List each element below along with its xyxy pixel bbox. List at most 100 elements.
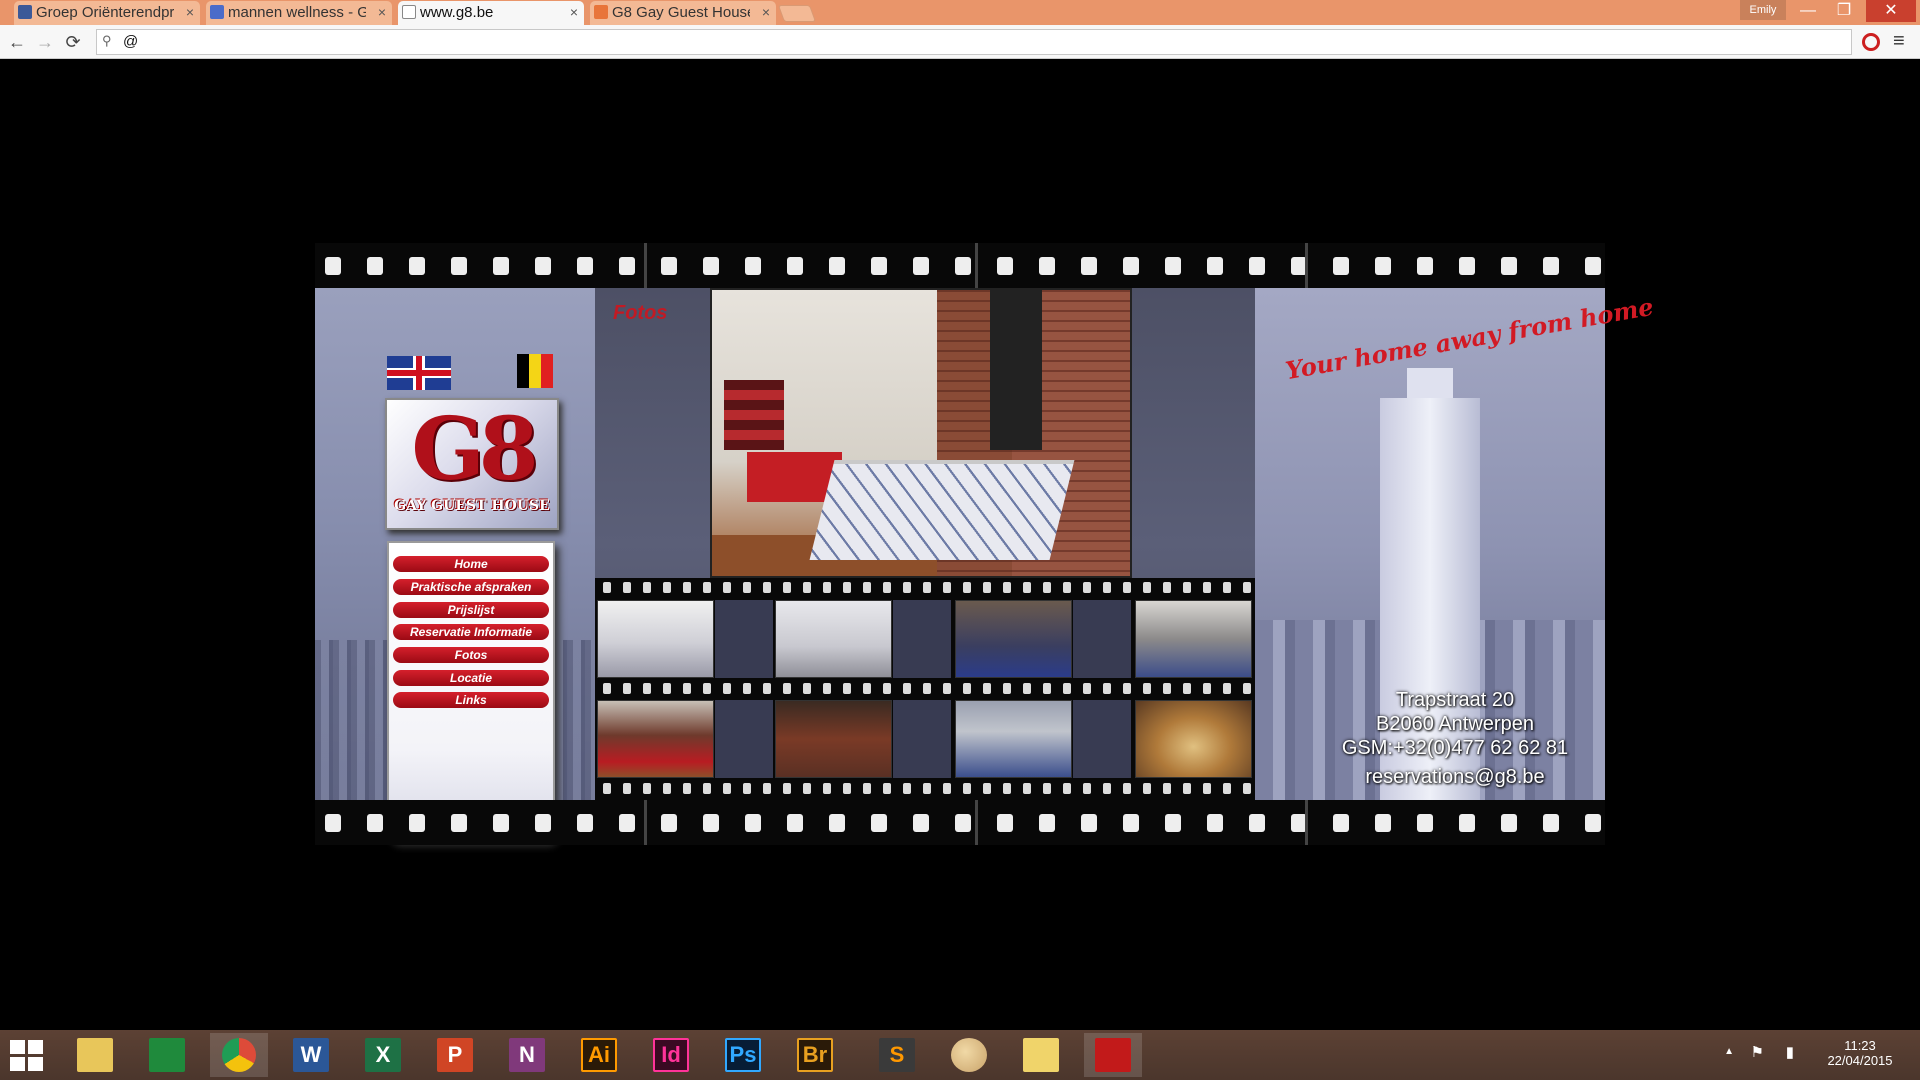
extension-icon[interactable] bbox=[1862, 33, 1880, 51]
reload-icon[interactable]: ⟳ bbox=[62, 31, 84, 53]
g8-website: G8 GAY GUEST HOUSE Home Praktische afspr… bbox=[315, 243, 1656, 845]
taskbar: W X P N Ai Id Ps Br S ▲ ⚑ ▮ 11:23 22/04/… bbox=[0, 1030, 1920, 1080]
g8-logo[interactable]: G8 GAY GUEST HOUSE bbox=[385, 398, 559, 530]
minimize-icon[interactable]: — bbox=[1790, 0, 1826, 22]
action-center-flag-icon[interactable]: ⚑ bbox=[1751, 1043, 1764, 1061]
battery-icon[interactable]: ▮ bbox=[1786, 1043, 1794, 1061]
illustrator-icon: Ai bbox=[581, 1038, 617, 1072]
chat-icon bbox=[594, 5, 608, 19]
address-city: B2060 Antwerpen bbox=[1376, 713, 1534, 735]
screen: Groep Oriënterendpr × mannen wellness - … bbox=[0, 0, 1920, 1080]
taskbar-store[interactable] bbox=[138, 1033, 196, 1077]
clock[interactable]: 11:23 22/04/2015 bbox=[1820, 1038, 1900, 1068]
taskbar-bridge[interactable]: Br bbox=[786, 1033, 844, 1077]
sublime-icon: S bbox=[879, 1038, 915, 1072]
back-icon[interactable]: ← bbox=[6, 31, 28, 53]
taskbar-word[interactable]: W bbox=[282, 1033, 340, 1077]
tab-bar: Groep Oriënterendpr × mannen wellness - … bbox=[0, 0, 1920, 25]
belgian-flag-icon[interactable] bbox=[517, 354, 553, 388]
nav-home-button[interactable]: Home bbox=[393, 556, 549, 572]
indesign-icon: Id bbox=[653, 1038, 689, 1072]
g-icon bbox=[210, 5, 224, 19]
taskbar-photoshop[interactable]: Ps bbox=[714, 1033, 772, 1077]
address-street: Trapstraat 20 bbox=[1395, 689, 1515, 711]
address-phone: GSM:+32(0)477 62 62 81 bbox=[1341, 737, 1569, 759]
page-icon bbox=[402, 5, 416, 19]
onenote-icon: N bbox=[509, 1038, 545, 1072]
thumbnail-blue-room[interactable] bbox=[1135, 600, 1252, 678]
left-panel: G8 GAY GUEST HOUSE Home Praktische afspr… bbox=[315, 288, 595, 841]
logo-subtitle: GAY GUEST HOUSE bbox=[394, 498, 550, 514]
tab-close-icon[interactable]: × bbox=[378, 4, 386, 20]
nav-reservatie-informatie-button[interactable]: Reservatie Informatie bbox=[393, 624, 549, 640]
taskbar-folder[interactable] bbox=[1012, 1033, 1070, 1077]
thumbnail-bunk-room[interactable] bbox=[955, 600, 1072, 678]
thumbnail-dining-table[interactable] bbox=[1135, 700, 1252, 778]
clock-time: 11:23 bbox=[1844, 1038, 1876, 1053]
taskbar-powerpoint[interactable]: P bbox=[426, 1033, 484, 1077]
address-block: Trapstraat 20 B2060 Antwerpen GSM:+32(0)… bbox=[1305, 688, 1605, 760]
nav-links-button[interactable]: Links bbox=[393, 692, 549, 708]
taskbar-onenote[interactable]: N bbox=[498, 1033, 556, 1077]
photo-panel: Fotos bbox=[595, 288, 1255, 800]
taskbar-illustrator[interactable]: Ai bbox=[570, 1033, 628, 1077]
windows-start-icon[interactable] bbox=[10, 1040, 46, 1072]
new-tab-button[interactable] bbox=[777, 5, 817, 22]
thumbnail-red-bedroom[interactable] bbox=[597, 700, 714, 778]
section-title: Fotos bbox=[613, 302, 668, 324]
paint-palette-icon bbox=[951, 1038, 987, 1072]
taskbar-excel[interactable]: X bbox=[354, 1033, 412, 1077]
thumbnail-dark-room[interactable] bbox=[775, 700, 892, 778]
taskbar-file-explorer[interactable] bbox=[66, 1033, 124, 1077]
chrome-icon bbox=[222, 1038, 256, 1072]
site-nav: Home Praktische afspraken Prijslijst Res… bbox=[387, 541, 555, 841]
tab-g8-guest-house[interactable]: G8 Gay Guest House × bbox=[590, 1, 776, 25]
tab-mannen-wellness[interactable]: mannen wellness - G × bbox=[206, 1, 392, 25]
forward-icon[interactable]: → bbox=[34, 31, 56, 53]
right-panel: Your home away from home Trapstraat 20 B… bbox=[1255, 288, 1656, 800]
email-link[interactable]: reservations@g8.be bbox=[1305, 766, 1605, 789]
close-window-icon[interactable]: ✕ bbox=[1866, 0, 1916, 22]
logo-text: G8 bbox=[411, 399, 538, 500]
thumbnail-lockers[interactable] bbox=[955, 700, 1072, 778]
file-explorer-icon bbox=[77, 1038, 113, 1072]
clock-date: 22/04/2015 bbox=[1827, 1053, 1893, 1068]
taskbar-indesign[interactable]: Id bbox=[642, 1033, 700, 1077]
tagline: Your home away from home bbox=[1283, 291, 1656, 386]
maximize-icon[interactable]: ❐ bbox=[1826, 0, 1862, 22]
tab-close-icon[interactable]: × bbox=[186, 4, 194, 20]
taskbar-acrobat[interactable] bbox=[1084, 1033, 1142, 1077]
thumbnail-filmstrip bbox=[595, 578, 1255, 800]
excel-icon: X bbox=[365, 1038, 401, 1072]
store-icon bbox=[149, 1038, 185, 1072]
taskbar-chrome[interactable] bbox=[210, 1033, 268, 1077]
address-value: @ bbox=[123, 33, 139, 50]
film-strip-bottom bbox=[315, 800, 1605, 845]
acrobat-icon bbox=[1095, 1038, 1131, 1072]
nav-fotos-button[interactable]: Fotos bbox=[393, 647, 549, 663]
tab-facebook-group[interactable]: Groep Oriënterendpr × bbox=[14, 1, 200, 25]
photoshop-icon: Ps bbox=[725, 1038, 761, 1072]
taskbar-sublime[interactable]: S bbox=[868, 1033, 926, 1077]
film-strip-top bbox=[315, 243, 1605, 288]
facebook-icon bbox=[18, 5, 32, 19]
main-bedroom-photo bbox=[710, 288, 1132, 578]
show-hidden-icons-icon[interactable]: ▲ bbox=[1724, 1046, 1734, 1057]
thumbnail-bathroom-2[interactable] bbox=[775, 600, 892, 678]
tab-close-icon[interactable]: × bbox=[762, 4, 770, 20]
tab-g8-active[interactable]: www.g8.be × bbox=[398, 1, 584, 25]
nav-locatie-button[interactable]: Locatie bbox=[393, 670, 549, 686]
menu-icon[interactable]: ≡ bbox=[1893, 30, 1905, 53]
folder-icon bbox=[1023, 1038, 1059, 1072]
thumbnail-bathroom-1[interactable] bbox=[597, 600, 714, 678]
user-profile-badge[interactable]: Emily bbox=[1740, 0, 1786, 20]
powerpoint-icon: P bbox=[437, 1038, 473, 1072]
nav-prijslijst-button[interactable]: Prijslijst bbox=[393, 602, 549, 618]
tab-close-icon[interactable]: × bbox=[570, 4, 578, 20]
word-icon: W bbox=[293, 1038, 329, 1072]
address-bar[interactable]: ⚲ @ bbox=[96, 29, 1852, 55]
search-icon: ⚲ bbox=[102, 33, 112, 48]
english-flag-icon[interactable] bbox=[387, 356, 451, 390]
nav-praktische-afspraken-button[interactable]: Praktische afspraken bbox=[393, 579, 549, 595]
taskbar-paint[interactable] bbox=[940, 1033, 998, 1077]
